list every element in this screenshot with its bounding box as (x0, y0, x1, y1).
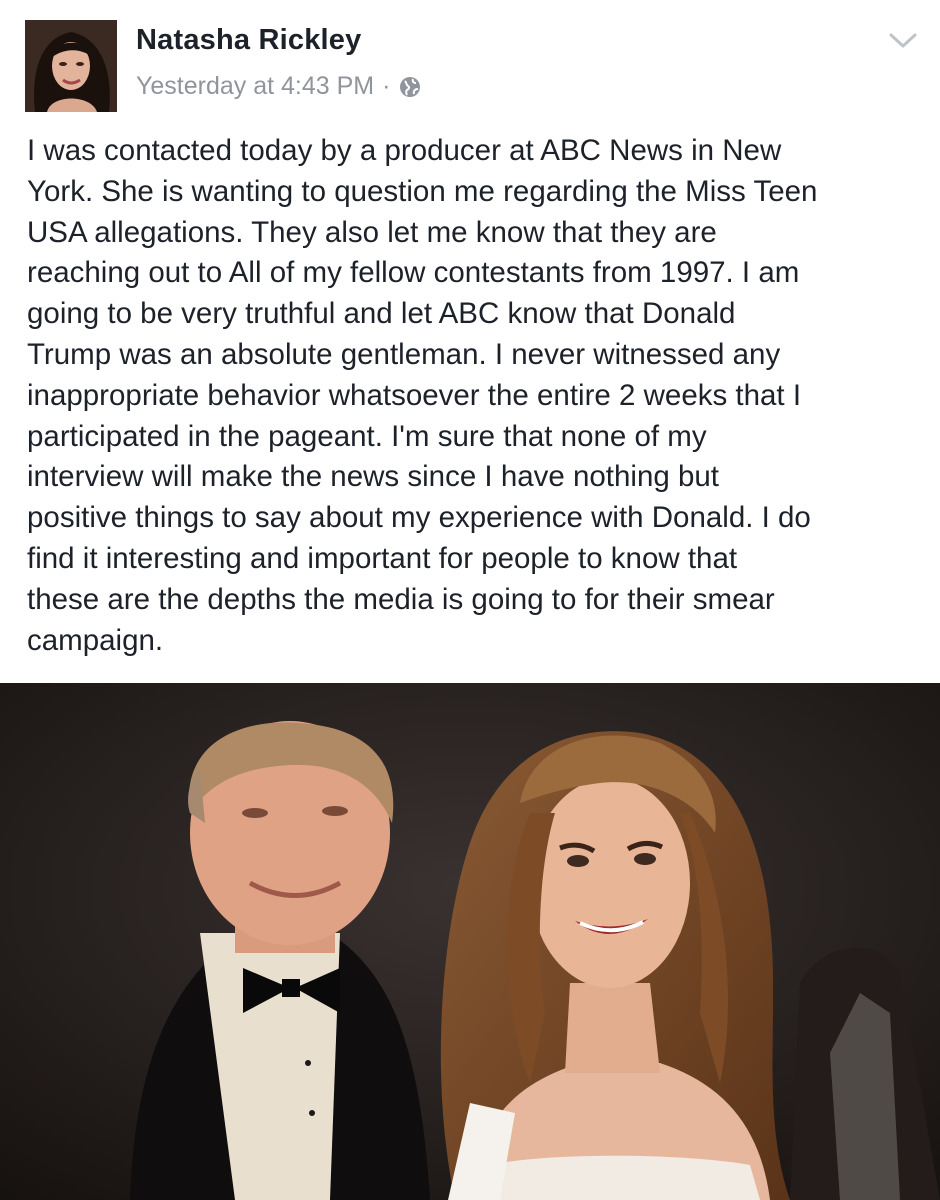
avatar[interactable] (25, 20, 117, 112)
post-header: Natasha Rickley Yesterday at 4:43 PM · (0, 0, 940, 125)
chevron-down-icon[interactable] (888, 30, 918, 52)
post-meta: Yesterday at 4:43 PM · (136, 72, 422, 101)
meta-separator: · (382, 72, 391, 100)
post-photo[interactable] (0, 683, 940, 1200)
post-timestamp[interactable]: Yesterday at 4:43 PM (136, 72, 374, 101)
globe-icon[interactable] (398, 75, 422, 99)
author-name[interactable]: Natasha Rickley (136, 24, 361, 57)
post-text: I was contacted today by a producer at A… (27, 134, 818, 657)
